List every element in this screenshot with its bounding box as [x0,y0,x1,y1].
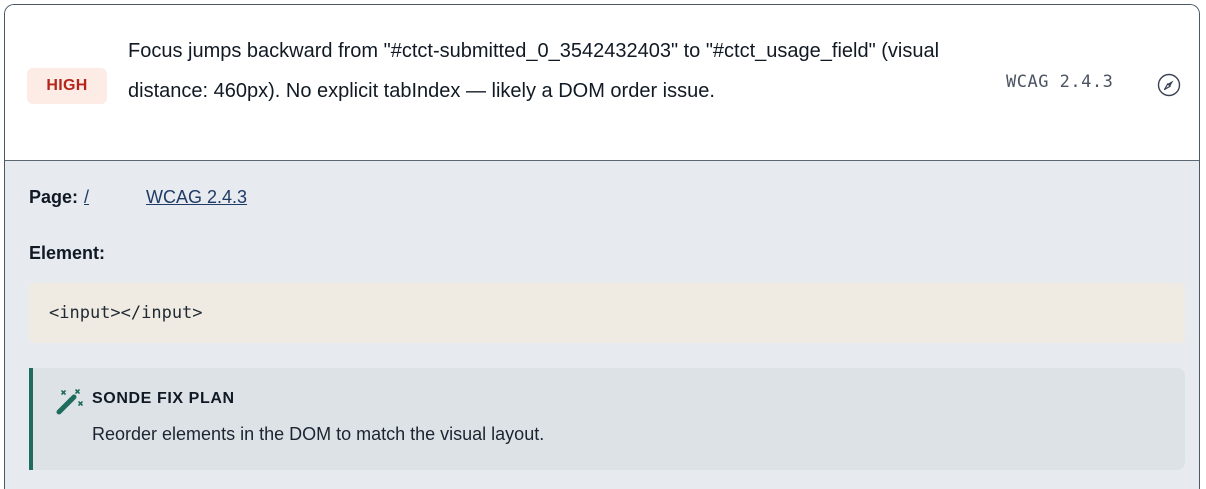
wcag-criterion-code: WCAG 2.4.3 [1006,72,1114,92]
compass-icon[interactable] [1157,73,1181,97]
severity-badge: HIGH [27,68,107,104]
wcag-link[interactable]: WCAG 2.4.3 [146,187,247,208]
issue-summary[interactable]: HIGH Focus jumps backward from "#ctct-su… [5,5,1199,161]
issue-message: Focus jumps backward from "#ctct-submitt… [128,40,940,102]
fix-plan-panel: SONDE FIX PLAN Reorder elements in the D… [29,368,1185,470]
page-link[interactable]: / [84,187,89,207]
element-code-block: <input></input> [29,283,1185,343]
issue-details: Page: / WCAG 2.4.3 Element: <input></inpu… [5,161,1199,489]
issue-card: HIGH Focus jumps backward from "#ctct-su… [4,4,1200,489]
fix-plan-title: SONDE FIX PLAN [92,390,235,407]
page-row: Page: / [29,187,89,208]
element-label: Element: [29,243,106,263]
magic-wand-icon [56,389,83,415]
fix-plan-text: Reorder elements in the DOM to match the… [92,424,545,444]
page-label: Page: [29,187,79,207]
